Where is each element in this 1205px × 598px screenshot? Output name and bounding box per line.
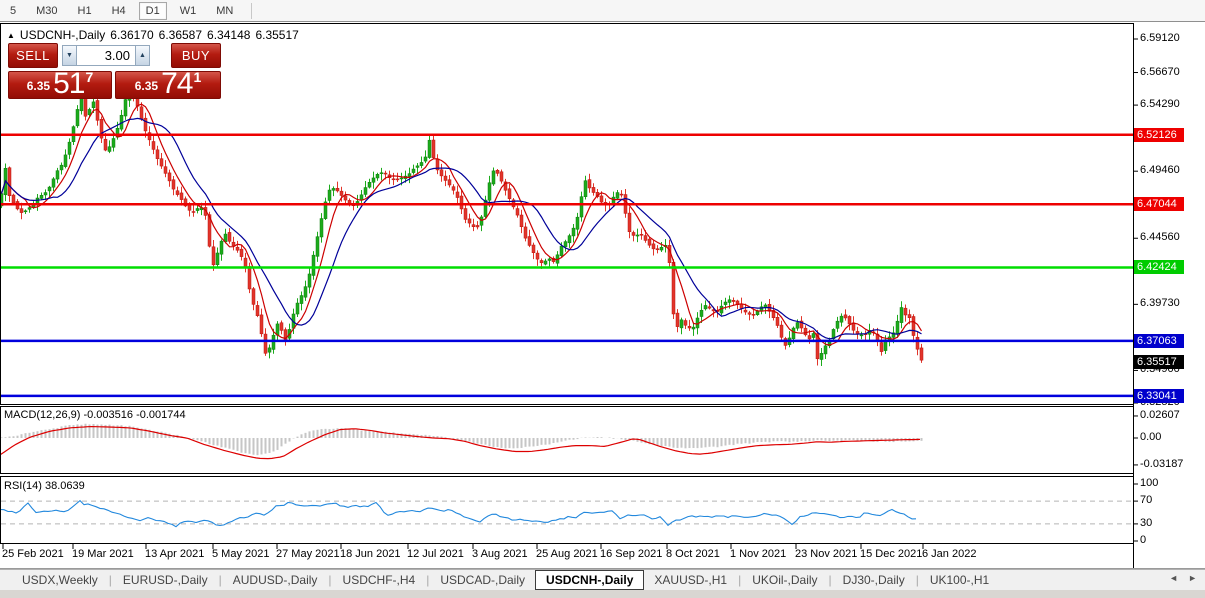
price-axis-border <box>1133 23 1134 568</box>
timeframe-button-H4[interactable]: H4 <box>105 2 133 20</box>
date-axis-label: 19 Mar 2021 <box>72 548 134 560</box>
ohlc-high: 6.36587 <box>159 28 202 42</box>
date-axis-label: 25 Aug 2021 <box>536 548 598 560</box>
timeframe-button-5[interactable]: 5 <box>3 2 23 20</box>
symbol-label: USDCNH-,Daily <box>20 28 105 42</box>
timeframe-button-H1[interactable]: H1 <box>71 2 99 20</box>
date-axis-label: 18 Jun 2021 <box>340 548 401 560</box>
chart-tab-audusd-daily[interactable]: AUDUSD-,Daily <box>223 571 328 589</box>
chart-title: ▲ USDCNH-,Daily 6.36170 6.36587 6.34148 … <box>7 28 299 42</box>
chart-tab-dj30-daily[interactable]: DJ30-,Daily <box>833 571 915 589</box>
date-axis-label: 16 Sep 2021 <box>600 548 662 560</box>
one-click-trade-panel: SELL ▼ 3.00 ▲ BUY 6.35 51 7 6.35 74 1 <box>8 42 223 99</box>
timeframe-button-D1[interactable]: D1 <box>139 2 167 20</box>
timeframe-button-M30[interactable]: M30 <box>29 2 64 20</box>
price-axis-label: 6.49460 <box>1140 164 1180 176</box>
price-axis-label: 6.54290 <box>1140 98 1180 110</box>
price-level-badge: 6.35517 <box>1134 355 1184 369</box>
buy-price-panel[interactable]: 6.35 74 1 <box>115 71 221 99</box>
buy-price-fraction: 1 <box>193 69 201 85</box>
price-axis-label: 6.44560 <box>1140 231 1180 243</box>
ohlc-open: 6.36170 <box>110 28 153 42</box>
date-axis-label: 12 Jul 2021 <box>407 548 464 560</box>
chart-tab-ukoil-daily[interactable]: UKOil-,Daily <box>742 571 827 589</box>
date-axis-label: 5 May 2021 <box>212 548 269 560</box>
price-axis-label: 70 <box>1140 494 1152 506</box>
price-level-badge: 6.52126 <box>1134 128 1184 142</box>
price-axis-label: 0.02607 <box>1140 409 1180 421</box>
date-axis-label: 23 Nov 2021 <box>795 548 857 560</box>
buy-button[interactable]: BUY <box>171 43 221 68</box>
price-level-badge: 6.42424 <box>1134 260 1184 274</box>
date-axis-label: 6 Jan 2022 <box>922 548 976 560</box>
price-level-badge: 6.33041 <box>1134 389 1184 403</box>
macd-label: MACD(12,26,9) -0.003516 -0.001744 <box>4 409 186 421</box>
chart-tab-uk100-h1[interactable]: UK100-,H1 <box>920 571 999 589</box>
date-axis-label: 8 Oct 2021 <box>666 548 720 560</box>
chart-tab-usdcad-daily[interactable]: USDCAD-,Daily <box>430 571 535 589</box>
sell-price-prefix: 6.35 <box>27 79 50 93</box>
price-axis-label: 30 <box>1140 517 1152 529</box>
collapse-icon[interactable]: ▲ <box>7 31 15 40</box>
chart-tab-usdcnh-daily[interactable]: USDCNH-,Daily <box>535 570 644 590</box>
price-axis-label: -0.03187 <box>1140 458 1183 470</box>
rsi-label: RSI(14) 38.0639 <box>4 480 85 492</box>
price-axis-label: 6.56670 <box>1140 66 1180 78</box>
date-axis-label: 15 Dec 2021 <box>860 548 922 560</box>
buy-price-prefix: 6.35 <box>135 79 158 93</box>
timeframe-toolbar: 5 M30 H1 H4 D1 W1 MN <box>0 0 1205 22</box>
date-axis-label: 3 Aug 2021 <box>472 548 528 560</box>
sell-button[interactable]: SELL <box>8 43 58 68</box>
date-axis-label: 27 May 2021 <box>276 548 340 560</box>
buy-price-pips: 74 <box>161 73 192 95</box>
volume-increase-button[interactable]: ▲ <box>135 45 150 66</box>
date-axis-label: 25 Feb 2021 <box>2 548 64 560</box>
status-strip <box>0 590 1205 598</box>
chart-tab-bar: USDX,Weekly|EURUSD-,Daily|AUDUSD-,Daily|… <box>0 569 1205 590</box>
price-level-badge: 6.47044 <box>1134 197 1184 211</box>
chart-tab-eurusd-daily[interactable]: EURUSD-,Daily <box>113 571 218 589</box>
price-level-badge: 6.37063 <box>1134 334 1184 348</box>
chart-tab-xauusd-h1[interactable]: XAUUSD-,H1 <box>644 571 737 589</box>
tab-scroll-left-button[interactable]: ◄ <box>1169 573 1178 583</box>
price-axis-label: 100 <box>1140 477 1158 489</box>
price-axis-label: 0.00 <box>1140 431 1161 443</box>
sell-price-fraction: 7 <box>85 69 93 85</box>
toolbar-divider <box>251 3 252 19</box>
volume-decrease-button[interactable]: ▼ <box>62 45 77 66</box>
ohlc-close: 6.35517 <box>255 28 298 42</box>
tab-scroll-right-button[interactable]: ► <box>1188 573 1197 583</box>
ohlc-low: 6.34148 <box>207 28 250 42</box>
chart-tab-usdchf-h4[interactable]: USDCHF-,H4 <box>333 571 426 589</box>
price-axis-label: 6.59120 <box>1140 32 1180 44</box>
chart-tab-usdx-weekly[interactable]: USDX,Weekly <box>12 571 108 589</box>
date-axis-label: 13 Apr 2021 <box>145 548 204 560</box>
volume-input[interactable]: 3.00 <box>77 45 135 66</box>
up-arrow-icon: ▲ <box>139 52 146 59</box>
timeframe-button-MN[interactable]: MN <box>209 2 240 20</box>
date-axis-label: 1 Nov 2021 <box>730 548 786 560</box>
sell-price-panel[interactable]: 6.35 51 7 <box>8 71 112 99</box>
sell-price-pips: 51 <box>53 73 84 95</box>
timeframe-button-W1[interactable]: W1 <box>173 2 204 20</box>
price-axis-label: 0 <box>1140 534 1146 546</box>
down-arrow-icon: ▼ <box>66 52 73 59</box>
price-axis-label: 6.39730 <box>1140 297 1180 309</box>
